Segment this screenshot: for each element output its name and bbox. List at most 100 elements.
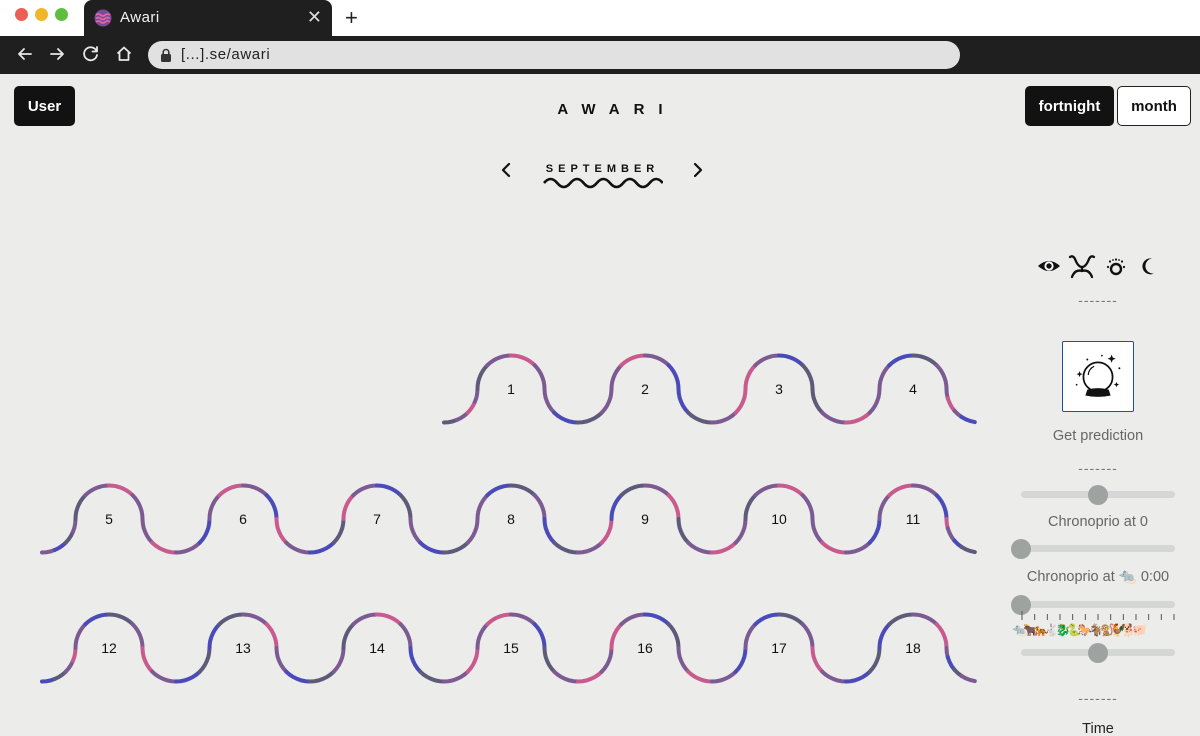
day-number[interactable]: 17 bbox=[771, 640, 787, 656]
day-hill-segment bbox=[375, 612, 403, 627]
day-number[interactable]: 9 bbox=[641, 511, 649, 527]
day-number[interactable]: 3 bbox=[775, 381, 783, 397]
wave-valley-segment bbox=[408, 646, 423, 674]
wave-valley-segment bbox=[959, 674, 977, 684]
wave-valley-segment bbox=[284, 669, 312, 684]
sun-icon[interactable] bbox=[1105, 254, 1127, 278]
wave-valley-segment bbox=[542, 387, 557, 415]
day-hill-segment bbox=[877, 363, 892, 391]
day-hill-segment bbox=[398, 622, 413, 650]
day-number[interactable]: 16 bbox=[637, 640, 653, 656]
slider-thumb[interactable] bbox=[1011, 538, 1031, 559]
day-hill-segment bbox=[73, 622, 88, 650]
wave-valley-segment bbox=[844, 540, 872, 555]
day-hill-segment bbox=[485, 612, 513, 627]
day-hill-segment bbox=[777, 483, 805, 498]
wave-valley-segment bbox=[810, 387, 825, 415]
day-hill-segment bbox=[609, 493, 624, 521]
day-hill-segment bbox=[800, 622, 815, 650]
day-hill-segment bbox=[264, 622, 279, 650]
day-hill-segment bbox=[777, 612, 805, 627]
day-hill-segment bbox=[666, 493, 681, 521]
cancer-sign-icon[interactable] bbox=[1067, 254, 1097, 280]
day-number[interactable]: 4 bbox=[909, 381, 917, 397]
day-hill-segment bbox=[217, 612, 245, 627]
day-hill-segment bbox=[777, 353, 805, 368]
day-hill-segment bbox=[887, 483, 915, 498]
wave-valley-segment bbox=[945, 526, 957, 543]
wave-valley-segment bbox=[442, 669, 470, 684]
day-hill-segment bbox=[207, 622, 222, 650]
wave-valley-segment bbox=[945, 396, 957, 413]
wave-valley-segment bbox=[418, 540, 446, 555]
chronoprio-slider[interactable] bbox=[1011, 538, 1175, 559]
day-number[interactable]: 12 bbox=[101, 640, 117, 656]
wave-valley-segment bbox=[867, 387, 882, 415]
day-hill-segment bbox=[800, 363, 815, 391]
wave-valley-segment bbox=[810, 646, 825, 674]
day-hill-segment bbox=[743, 493, 758, 521]
day-hill-segment bbox=[643, 483, 671, 498]
prediction-slider[interactable] bbox=[1021, 484, 1175, 505]
wave-valley-segment bbox=[710, 669, 738, 684]
wave-valley-segment bbox=[331, 517, 346, 545]
prediction-button[interactable] bbox=[1062, 341, 1134, 412]
wave-valley-segment bbox=[676, 646, 691, 674]
wave-valley-segment bbox=[959, 545, 977, 555]
slider-ticks bbox=[1021, 611, 1175, 620]
wave-valley-segment bbox=[733, 517, 748, 545]
day-hill-segment bbox=[643, 353, 671, 368]
moon-icon[interactable] bbox=[1137, 254, 1159, 278]
day-number[interactable]: 6 bbox=[239, 511, 247, 527]
day-hill-segment bbox=[207, 493, 222, 521]
wave-valley-segment bbox=[274, 517, 289, 545]
day-hill-segment bbox=[619, 612, 647, 627]
wave-valley-segment bbox=[676, 517, 691, 545]
day-number[interactable]: 10 bbox=[771, 511, 787, 527]
day-number[interactable]: 13 bbox=[235, 640, 251, 656]
day-hill-segment bbox=[877, 493, 892, 521]
wave-valley-segment bbox=[844, 669, 872, 684]
day-hill-segment bbox=[800, 493, 815, 521]
day-hill-segment bbox=[753, 612, 781, 627]
eye-icon[interactable] bbox=[1036, 254, 1062, 278]
wave-valley-segment bbox=[140, 517, 155, 545]
day-hill-segment bbox=[475, 622, 490, 650]
day-hill-segment bbox=[609, 622, 624, 650]
wave-valley-segment bbox=[820, 540, 848, 555]
day-hill-segment bbox=[934, 363, 949, 391]
day-number[interactable]: 1 bbox=[507, 381, 515, 397]
day-hill-segment bbox=[934, 622, 949, 650]
day-number[interactable]: 18 bbox=[905, 640, 921, 656]
day-hill-segment bbox=[398, 493, 413, 521]
day-number[interactable]: 7 bbox=[373, 511, 381, 527]
day-hill-segment bbox=[743, 363, 758, 391]
day-hill-segment bbox=[485, 483, 513, 498]
wave-valley-segment bbox=[844, 410, 872, 425]
day-hill-segment bbox=[241, 483, 269, 498]
day-number[interactable]: 8 bbox=[507, 511, 515, 527]
wave-valley-segment bbox=[465, 646, 480, 674]
day-hill-segment bbox=[351, 483, 379, 498]
day-number[interactable]: 15 bbox=[503, 640, 519, 656]
slider-thumb[interactable] bbox=[1088, 642, 1108, 663]
wave-valley-segment bbox=[945, 655, 957, 672]
day-hill-segment bbox=[375, 483, 403, 498]
day-hill-segment bbox=[509, 353, 537, 368]
wave-valley-segment bbox=[197, 517, 212, 545]
day-number[interactable]: 11 bbox=[906, 511, 921, 527]
chronoprio-time-slider[interactable] bbox=[1011, 594, 1175, 615]
day-number[interactable]: 2 bbox=[641, 381, 649, 397]
day-number[interactable]: 5 bbox=[105, 511, 113, 527]
time-slider[interactable] bbox=[1021, 642, 1175, 663]
day-hill-segment bbox=[753, 483, 781, 498]
get-prediction-label: Get prediction bbox=[1052, 428, 1144, 444]
zodiac-animals-row: 🐀🐂🐅🐇🐉🐍🐎🐐🐒🐓🐕🐖 bbox=[1012, 623, 1147, 637]
wave-valley-segment bbox=[308, 669, 336, 684]
day-number[interactable]: 14 bbox=[369, 640, 385, 656]
wave-valley-segment bbox=[686, 410, 714, 425]
wave-valley-segment bbox=[408, 517, 423, 545]
day-hill-segment bbox=[130, 622, 145, 650]
slider-thumb[interactable] bbox=[1088, 484, 1108, 505]
wave-valley-segment bbox=[686, 540, 714, 555]
